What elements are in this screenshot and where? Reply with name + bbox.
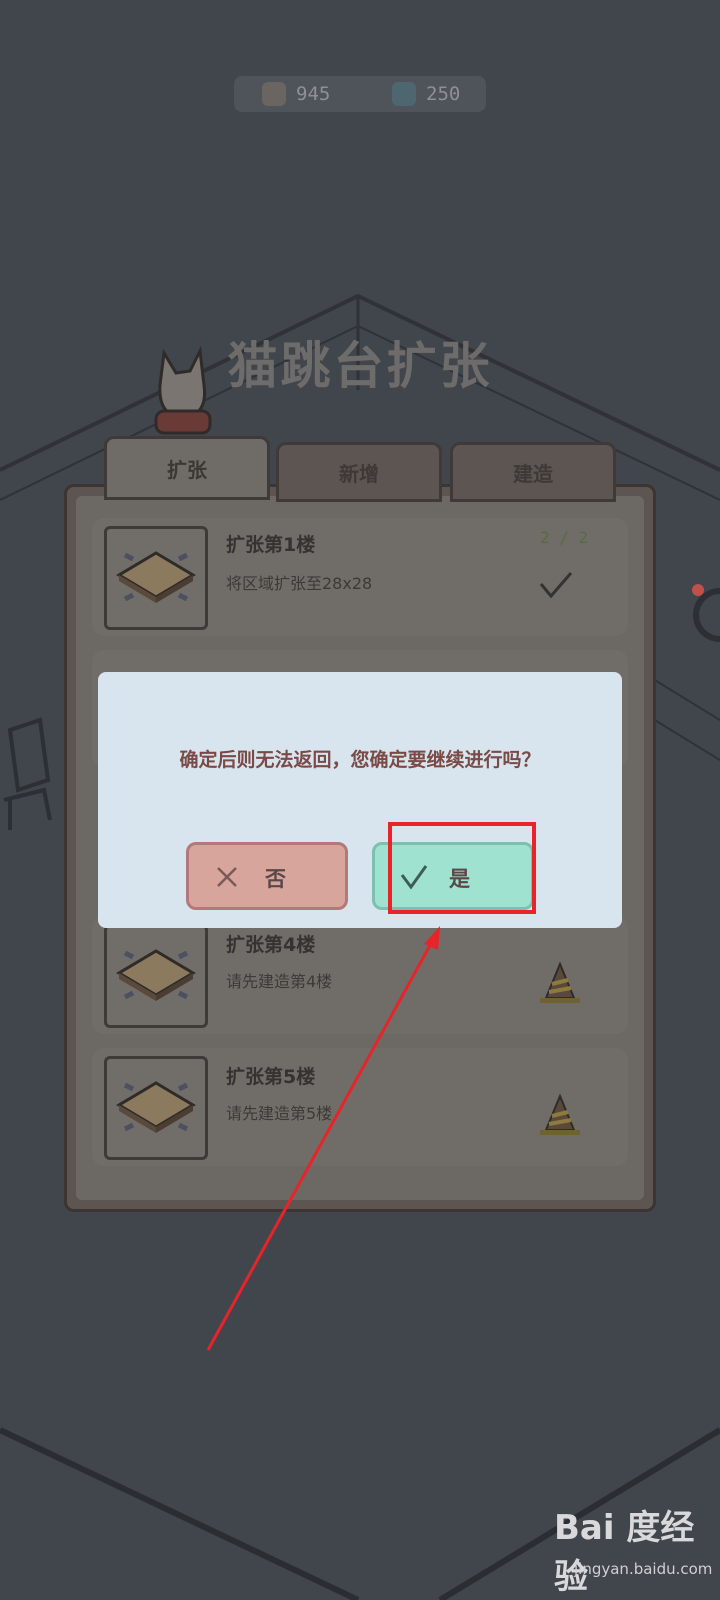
baidu-watermark-url: jingyan.baidu.com [574,1560,713,1578]
annotation-arrow [206,926,440,1351]
baidu-watermark-logo: Bai 度经验 [554,1508,695,1597]
